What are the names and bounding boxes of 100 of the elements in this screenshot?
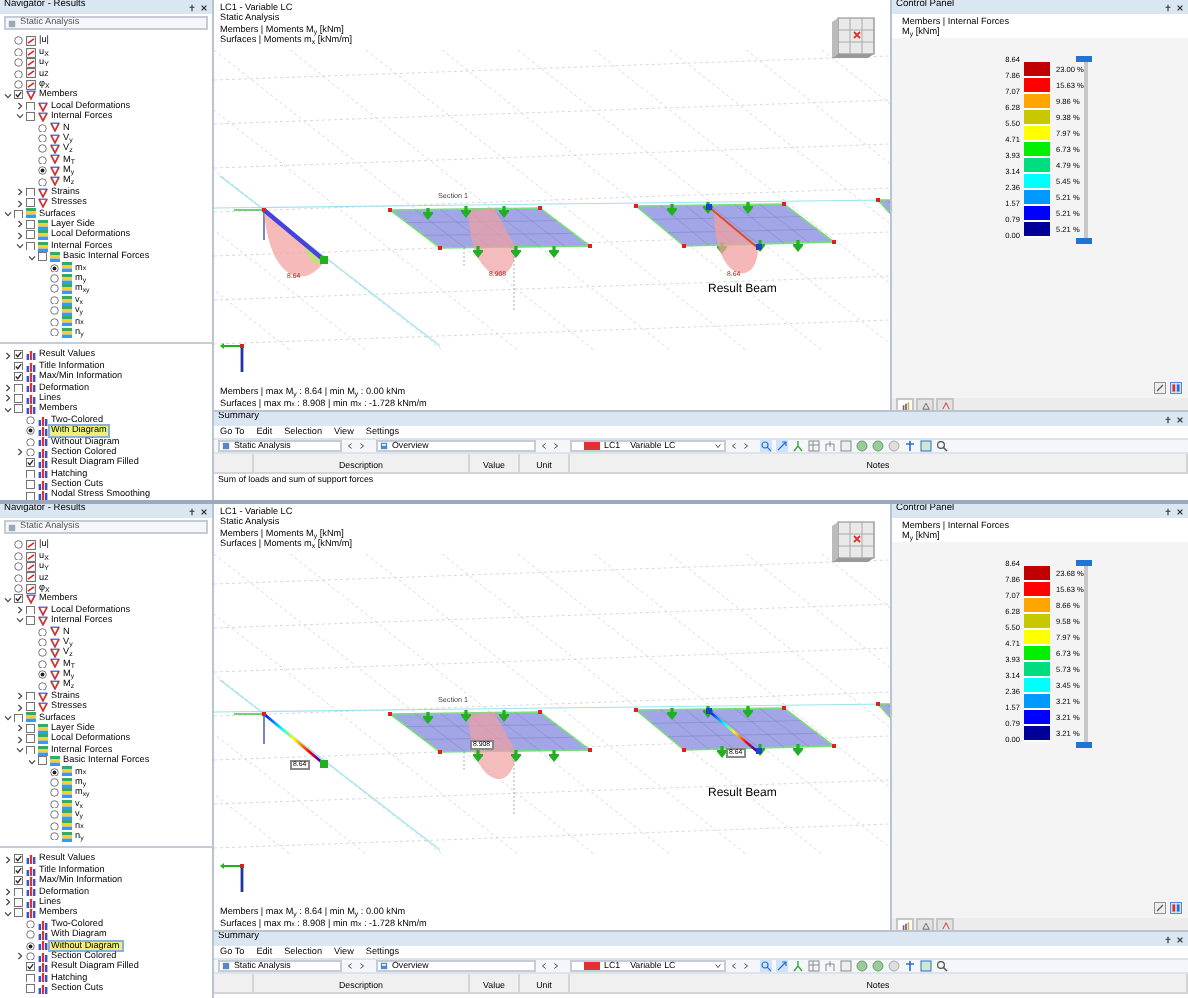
checkbox[interactable] [14,383,23,393]
zoom-icon[interactable] [760,440,772,452]
checkbox[interactable] [14,898,23,907]
table-icon[interactable] [808,960,820,972]
zoom-icon[interactable] [760,960,772,972]
next-icon[interactable] [358,442,366,450]
chevron-icon[interactable] [16,703,24,712]
radio-button[interactable] [50,306,59,316]
slider-handle[interactable] [1076,56,1092,63]
checkbox[interactable] [26,112,35,122]
previous-icon[interactable] [346,962,354,970]
radio-button[interactable] [14,58,23,68]
checkbox[interactable] [26,616,35,626]
slider-handle[interactable] [1076,742,1092,749]
chevron-icon[interactable] [16,102,24,111]
radio-button[interactable] [26,951,35,961]
checkbox[interactable] [26,973,35,983]
checkbox[interactable] [14,594,23,604]
radio-button[interactable] [38,144,47,154]
chevron-icon[interactable] [16,735,24,744]
radio-button[interactable] [50,821,59,831]
close-icon[interactable] [200,507,208,515]
radio-button[interactable] [38,637,47,647]
checkbox[interactable] [26,101,35,111]
color-scale-icon[interactable] [1170,382,1182,394]
chevron-icon[interactable] [4,713,12,722]
checkbox[interactable] [38,252,47,262]
checkbox[interactable] [26,745,35,755]
radio-button[interactable] [50,274,59,284]
radio-button[interactable] [38,681,47,691]
radio-button[interactable] [14,573,23,583]
radio-button[interactable] [26,426,35,436]
support-icon[interactable] [792,440,804,452]
view-cube-icon[interactable] [830,14,878,62]
checkbox[interactable] [26,241,35,251]
checkbox[interactable] [26,458,35,468]
checkbox[interactable] [14,865,23,875]
next-icon[interactable] [552,442,560,450]
checkbox[interactable] [26,702,35,712]
previous-icon[interactable] [730,962,738,970]
panel-tab[interactable] [916,398,934,410]
radio-button[interactable] [26,447,35,457]
radio-button[interactable] [38,133,47,143]
panel-tab[interactable] [896,918,914,930]
support-icon[interactable] [792,960,804,972]
pin-icon[interactable] [1164,935,1172,943]
previous-icon[interactable] [540,442,548,450]
next-icon[interactable] [742,962,750,970]
checkbox[interactable] [26,984,35,994]
image-icon[interactable] [920,440,932,452]
checkbox[interactable] [14,350,23,360]
radio-button[interactable] [38,627,47,637]
chevron-icon[interactable] [16,616,24,625]
chevron-icon[interactable] [16,242,24,251]
radio-button[interactable] [38,123,47,133]
radio-button[interactable] [50,831,59,841]
radio-button[interactable] [14,80,23,89]
checkbox[interactable] [14,372,23,382]
checkbox[interactable] [14,854,23,864]
chevron-icon[interactable] [4,91,12,100]
radio-button[interactable] [38,166,47,176]
checkbox[interactable] [26,230,35,240]
checkbox[interactable] [26,491,35,500]
checkbox[interactable] [26,220,35,230]
search-icon[interactable] [936,440,948,452]
close-icon[interactable] [1176,507,1184,515]
previous-icon[interactable] [346,442,354,450]
radio-button[interactable] [14,540,23,550]
radio-button[interactable] [50,284,59,294]
radio-button[interactable] [14,562,23,572]
chevron-icon[interactable] [16,448,24,457]
checkbox[interactable] [14,404,23,414]
checkbox[interactable] [26,480,35,490]
chevron-icon[interactable] [4,898,12,907]
chevron-icon[interactable] [28,757,36,765]
next-icon[interactable] [742,442,750,450]
chevron-icon[interactable] [4,209,12,218]
pin-icon[interactable] [188,3,196,11]
radio-button[interactable] [14,69,23,79]
radio-button[interactable] [50,295,59,305]
next-icon[interactable] [358,962,366,970]
radio-button[interactable] [50,327,59,337]
slider-handle[interactable] [1076,238,1092,245]
arrow-icon[interactable] [776,440,788,452]
checkbox[interactable] [14,876,23,886]
next-icon[interactable] [552,962,560,970]
radio-button[interactable] [26,919,35,929]
radio-button[interactable] [50,263,59,273]
chevron-icon[interactable] [4,351,12,360]
close-icon[interactable] [1176,3,1184,11]
chevron-icon[interactable] [16,746,24,755]
radio-button[interactable] [38,659,47,669]
chevron-icon[interactable] [16,724,24,733]
radio-button[interactable] [26,415,35,425]
checkbox[interactable] [14,394,23,403]
checkbox[interactable] [26,724,35,734]
image-icon[interactable] [920,960,932,972]
radio-button[interactable] [14,584,23,593]
checkbox[interactable] [26,187,35,197]
edit-icon[interactable] [1154,382,1166,394]
